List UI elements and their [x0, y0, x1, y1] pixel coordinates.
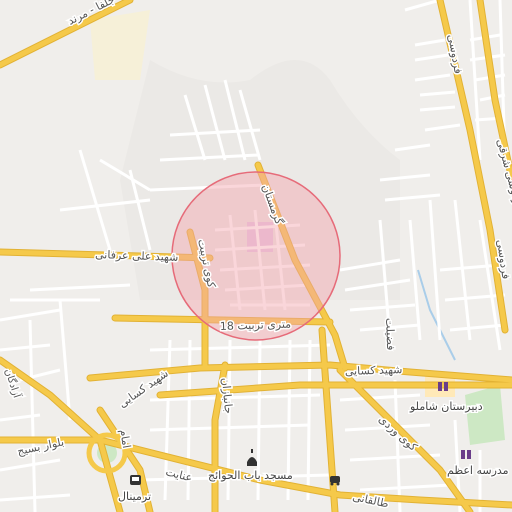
street-label-tarbiat-18m: 18 متری تربیت: [220, 318, 292, 333]
street-label-shahid-kasaei: شهید کسایی: [345, 363, 403, 378]
bus-icon: [130, 475, 141, 485]
poi-label-azam-school: مدرسه اعظم: [447, 464, 509, 477]
location-radius-circle: [171, 171, 341, 341]
map-view[interactable]: جلفا - مرند فردوسی فردوسی شرقی فردوسی شه…: [0, 0, 512, 512]
poi-label-shamlu-school: دبیرستان شاملو: [409, 400, 483, 413]
sand-area: [90, 10, 150, 80]
poi-label-bab-al-havaej-mosque: مسجد باب الحوائج: [208, 469, 293, 482]
map-canvas: جلفا - مرند فردوسی فردوسی شرقی فردوسی شه…: [0, 0, 512, 512]
park-area: [465, 385, 505, 445]
street-label-fazilat: فضیلت: [383, 318, 397, 351]
poi-label-terminal: ترمینال: [118, 490, 151, 503]
